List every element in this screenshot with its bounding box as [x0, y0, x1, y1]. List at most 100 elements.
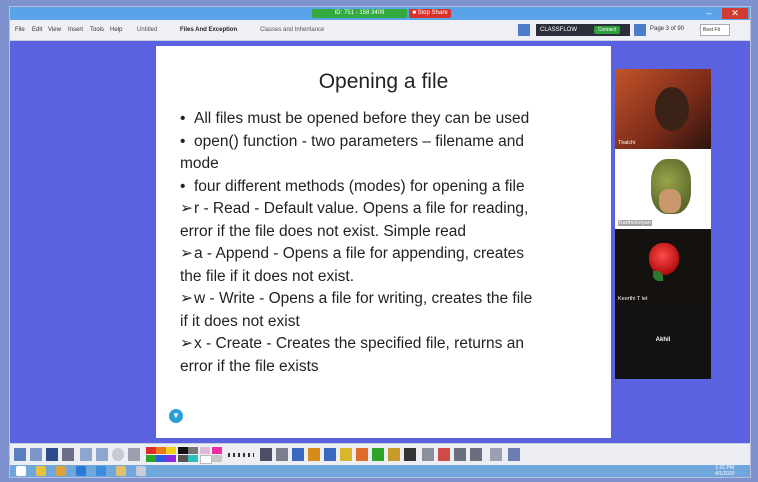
- menu-insert[interactable]: Insert: [68, 27, 83, 33]
- color-swatch-white[interactable]: [200, 455, 212, 464]
- close-button[interactable]: ✕: [722, 8, 748, 19]
- delete-tool-icon[interactable]: [422, 448, 434, 461]
- line-text: error if the file does not exist. Simple…: [180, 222, 467, 240]
- slide-line: ➢x - Create - Creates the specified file…: [180, 333, 590, 356]
- forward-arrow-icon[interactable]: [96, 448, 108, 461]
- scroll-down-icon[interactable]: ▼: [169, 409, 183, 423]
- color-swatch-cyan[interactable]: [188, 455, 198, 462]
- clock-date: 4/1/2020: [715, 471, 735, 477]
- fill-tool-icon[interactable]: [388, 448, 400, 461]
- settings-tool-icon[interactable]: [128, 448, 140, 461]
- start-icon[interactable]: [16, 466, 26, 476]
- table-tool-icon[interactable]: [30, 448, 42, 461]
- line-text: the file if it does not exist.: [180, 267, 355, 285]
- back-arrow-icon[interactable]: [80, 448, 92, 461]
- slide: Opening a file • All files must be opened…: [156, 46, 611, 438]
- highlighter-tool-icon[interactable]: [308, 448, 320, 461]
- app-icon[interactable]: [136, 466, 146, 476]
- redo-icon[interactable]: [470, 448, 482, 461]
- menu-tool-icon[interactable]: [490, 448, 502, 461]
- slide-line: error if the file does not exist. Simple…: [180, 221, 590, 244]
- eraser-tool-icon[interactable]: [340, 448, 352, 461]
- menu-bar: File Edit View Insert Tools Help Untitle…: [10, 20, 750, 41]
- zoom-select[interactable]: Best Fit: [700, 24, 730, 36]
- line-tool-icon[interactable]: [372, 448, 384, 461]
- color-swatch-orange[interactable]: [156, 447, 166, 454]
- page-icon[interactable]: [634, 24, 646, 36]
- workspace: Opening a file • All files must be opened…: [10, 41, 750, 443]
- color-swatch-lightgray[interactable]: [212, 455, 222, 462]
- tab-classes-and-inheritance[interactable]: Classes and Inheritance: [260, 27, 324, 33]
- image-tool-icon[interactable]: [46, 448, 58, 461]
- undo-icon[interactable]: [454, 448, 466, 461]
- stop-share-button[interactable]: ■ Stop Share: [409, 9, 451, 18]
- line-text: open() function - two parameters – filen…: [194, 132, 524, 150]
- panel-icon[interactable]: [518, 24, 530, 36]
- participant-name: Tkalchi: [618, 140, 636, 146]
- text-tool-icon[interactable]: [404, 448, 416, 461]
- bullet-marker: •: [180, 110, 186, 127]
- browser-icon[interactable]: [76, 466, 86, 476]
- line-text: mode: [180, 155, 219, 172]
- shape-tool-icon[interactable]: [356, 448, 368, 461]
- media-tool-icon[interactable]: [62, 448, 74, 461]
- media-player-icon[interactable]: [56, 466, 66, 476]
- color-swatch-blue[interactable]: [156, 455, 166, 462]
- line-text: a - Append - Opens a file for appending,…: [194, 245, 525, 262]
- app-window: ID: 751 - 158 3409 ■ Stop Share – ✕ File…: [9, 6, 751, 478]
- slide-line: the file if it does not exist.: [180, 266, 590, 289]
- participant-video[interactable]: Karthickeyan: [615, 149, 711, 229]
- participant-name: Karthickeyan: [618, 220, 652, 226]
- slide-line: ➢r - Read - Default value. Opens a file …: [180, 198, 590, 221]
- scissors-tool-icon[interactable]: [276, 448, 288, 461]
- line-text: All files must be opened before they can…: [194, 110, 530, 127]
- page-indicator: Page 3 of 90: [650, 26, 685, 32]
- participant-video[interactable]: Keerthi T let: [615, 229, 711, 305]
- chrome-icon[interactable]: [36, 466, 46, 476]
- minimize-button[interactable]: –: [700, 8, 718, 19]
- color-swatch-gray[interactable]: [188, 447, 198, 454]
- quiz-tool-icon[interactable]: [508, 448, 520, 461]
- taskbar-clock: 1:01 PM 4/1/2020: [715, 465, 734, 477]
- color-swatch-pink[interactable]: [200, 447, 210, 454]
- slide-line: error if the file exists: [180, 356, 590, 379]
- capture-tool-icon[interactable]: [438, 448, 450, 461]
- color-swatch-black[interactable]: [178, 447, 188, 454]
- participant-video[interactable]: Akhil: [615, 305, 711, 379]
- color-swatch-purple[interactable]: [166, 455, 176, 462]
- color-swatch-magenta[interactable]: [212, 447, 222, 454]
- pen-tool-icon[interactable]: [292, 448, 304, 461]
- bullet-marker: •: [180, 132, 186, 150]
- connect-button[interactable]: Connect: [594, 26, 620, 34]
- share-info: ID: 751 - 158 3409: [312, 9, 407, 18]
- title-bar: ID: 751 - 158 3409 ■ Stop Share – ✕: [10, 7, 750, 20]
- menu-help[interactable]: Help: [110, 27, 122, 33]
- bullet-marker: •: [180, 177, 186, 195]
- participant-video[interactable]: Tkalchi: [615, 69, 711, 149]
- slide-line: • All files must be opened before they ca…: [180, 108, 590, 131]
- slide-line: ➢w - Write - Opens a file for writing, c…: [180, 288, 590, 311]
- line-text: w - Write - Opens a file for writing, cr…: [194, 290, 533, 307]
- line-text: if it does not exist: [180, 312, 300, 330]
- menu-tools[interactable]: Tools: [90, 27, 104, 33]
- circle-tool-icon[interactable]: [112, 448, 124, 461]
- tab-files-and-exception[interactable]: Files And Exception: [180, 27, 237, 33]
- menu-edit[interactable]: Edit: [32, 27, 42, 33]
- folder-icon[interactable]: [116, 466, 126, 476]
- menu-file[interactable]: File: [15, 27, 25, 33]
- menu-view[interactable]: View: [48, 27, 61, 33]
- color-swatch-red[interactable]: [146, 447, 156, 454]
- color-swatch-darkgray[interactable]: [178, 455, 188, 462]
- tab-untitled[interactable]: Untitled: [137, 27, 157, 33]
- slide-line: • open() function - two parameters – file…: [180, 131, 590, 154]
- slide-line: mode: [180, 153, 590, 176]
- store-icon[interactable]: [96, 466, 106, 476]
- arrow-bullet-icon: ➢: [180, 200, 193, 217]
- color-swatch-green[interactable]: [146, 455, 156, 462]
- brush-tool-icon[interactable]: [324, 448, 336, 461]
- arrow-bullet-icon: ➢: [180, 335, 193, 352]
- pointer-tool-icon[interactable]: [260, 448, 272, 461]
- color-swatch-yellow[interactable]: [166, 447, 176, 454]
- pen-size-icon[interactable]: [228, 453, 254, 457]
- layout-tool-icon[interactable]: [14, 448, 26, 461]
